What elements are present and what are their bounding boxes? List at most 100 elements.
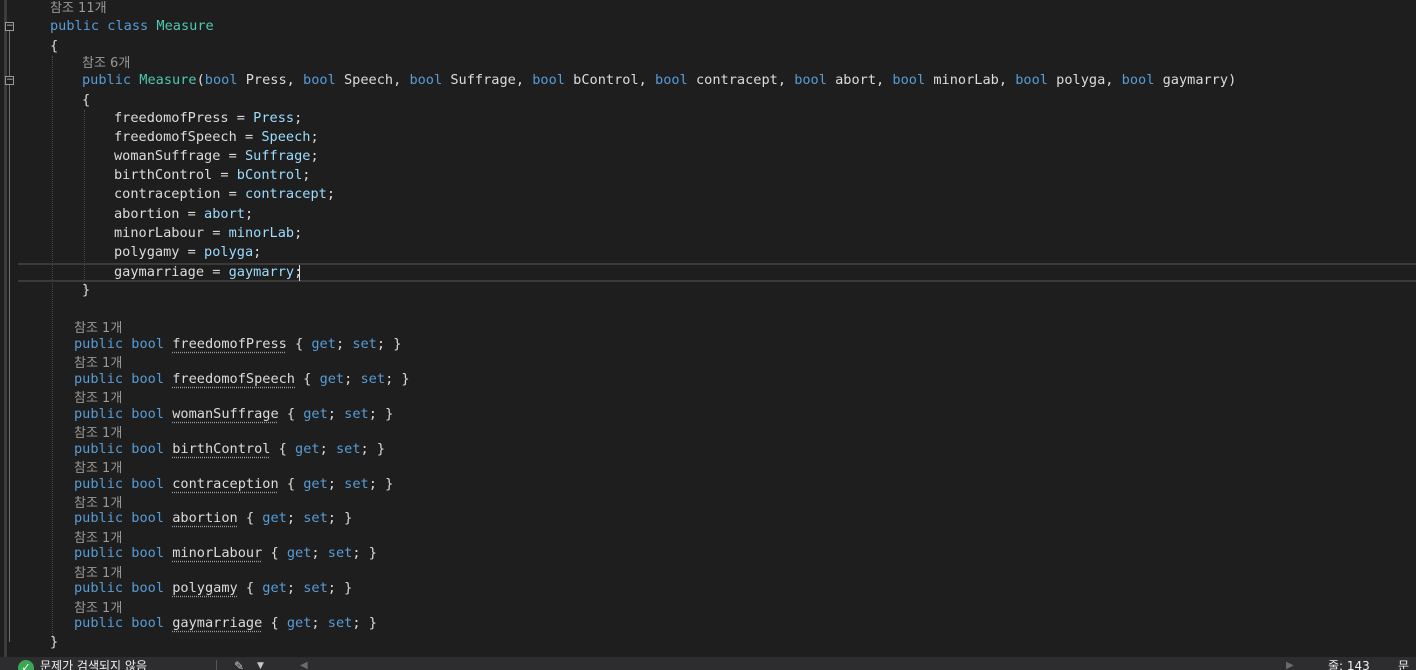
keyword-get: get [286, 615, 312, 631]
line-number-status[interactable]: 줄: 143 [1328, 659, 1370, 670]
change-tracking-bar [4, 0, 7, 657]
scroll-left-arrow-icon[interactable]: ◀ [300, 659, 308, 670]
outline-line [9, 30, 10, 642]
assignment-line[interactable]: freedomofSpeech = Speech; [114, 128, 319, 147]
codelens-references[interactable]: 참조 11개 [50, 0, 107, 17]
keyword-bool: bool [655, 72, 688, 88]
scroll-right-arrow-icon[interactable]: ▶ [1286, 659, 1294, 670]
keyword-set: set [303, 510, 328, 526]
keyword-get: get [319, 371, 345, 387]
keyword-get: get [303, 406, 328, 422]
property-name: freedomofPress [172, 336, 287, 352]
keyword-set: set [303, 580, 328, 596]
parameter-name: gaymarry [1162, 72, 1229, 88]
keyword-get: get [262, 580, 287, 596]
property-reference: freedomofPress [114, 110, 229, 126]
code-cleanup-brush-icon[interactable]: ✎ [234, 659, 244, 670]
keyword-bool: bool [131, 545, 165, 561]
parameter-reference: contracept [244, 186, 327, 202]
keyword-bool: bool [303, 72, 336, 88]
property-declaration-line[interactable]: public bool abortion { get; set; } [74, 509, 352, 528]
assignment-line[interactable]: gaymarriage = gaymarry; [114, 263, 302, 282]
property-declaration-line[interactable]: public bool birthControl { get; set; } [74, 440, 385, 459]
column-status[interactable]: 문자 [1398, 659, 1416, 670]
keyword-set: set [344, 476, 369, 492]
parameter-reference: bControl [236, 167, 303, 183]
constructor-open-brace-line[interactable]: { [82, 91, 90, 110]
keyword-bool: bool [1121, 72, 1155, 88]
keyword-set: set [360, 371, 386, 387]
chevron-down-icon[interactable]: ▼ [257, 659, 264, 670]
keyword-bool: bool [794, 72, 827, 88]
parameter-name: Press [245, 72, 287, 88]
indent-guide-class [52, 56, 53, 640]
assignment-line[interactable]: freedomofPress = Press; [114, 109, 302, 128]
assignment-line[interactable]: womanSuffrage = Suffrage; [114, 147, 319, 166]
keyword-set: set [352, 336, 377, 352]
parameter-reference: gaymarry [228, 264, 295, 280]
property-name: minorLabour [172, 545, 263, 561]
property-name: gaymarriage [172, 615, 263, 631]
class-close-brace-line[interactable]: } [50, 633, 58, 652]
collapse-class-icon[interactable]: − [5, 22, 14, 31]
constructor-name: Measure [139, 72, 197, 88]
keyword-bool: bool [892, 72, 926, 88]
class-declaration-line[interactable]: public class Measure [50, 17, 214, 36]
keyword-bool: bool [131, 615, 165, 631]
issues-status[interactable]: 문제가 검색되지 않음 [40, 659, 147, 670]
constructor-signature-line[interactable]: public Measure(bool Press, bool Speech, … [82, 71, 1236, 90]
assignment-line[interactable]: contraception = contracept; [114, 185, 335, 204]
code-editor[interactable]: − − 참조 11개 public class Measure{참조 6개 publ… [0, 0, 1416, 657]
keyword-public: public [82, 72, 132, 88]
check-circle-icon: ✓ [18, 660, 34, 670]
keyword-set: set [344, 406, 369, 422]
property-declaration-line[interactable]: public bool contraception { get; set; } [74, 475, 393, 494]
keyword-public: public [74, 371, 124, 387]
property-declaration-line[interactable]: public bool freedomofPress { get; set; } [74, 335, 401, 354]
collapse-constructor-icon[interactable]: − [5, 76, 14, 85]
assignment-line[interactable]: abortion = abort; [114, 205, 253, 224]
property-reference: birthControl [114, 167, 213, 183]
class-open-brace-line[interactable]: { [50, 37, 58, 56]
property-reference: freedomofSpeech [114, 129, 237, 145]
assignment-line[interactable]: polygamy = polyga; [114, 243, 261, 262]
parameter-reference: polyga [204, 244, 254, 260]
property-declaration-line[interactable]: public bool womanSuffrage { get; set; } [74, 405, 393, 424]
property-reference: abortion [114, 206, 180, 222]
property-declaration-line[interactable]: public bool polygamy { get; set; } [74, 579, 352, 598]
property-reference: contraception [114, 186, 221, 202]
codelens-references[interactable]: 참조 6개 [82, 55, 130, 72]
close-brace: } [50, 634, 59, 650]
keyword-bool: bool [409, 72, 443, 88]
keyword-class: class [107, 18, 149, 34]
parameter-reference: Suffrage [244, 148, 311, 164]
open-brace: { [82, 92, 91, 108]
keyword-public: public [74, 545, 124, 561]
open-brace: { [50, 38, 59, 54]
assignment-line[interactable]: birthControl = bControl; [114, 166, 310, 185]
keyword-bool: bool [131, 406, 165, 422]
status-bar: ✓ 문제가 검색되지 않음 ✎ ▼ ◀ ▶ 줄: 143 문자 [0, 657, 1416, 670]
keyword-get: get [295, 441, 320, 457]
close-brace: } [82, 282, 91, 298]
status-separator [216, 660, 217, 670]
keyword-public: public [74, 510, 124, 526]
property-name: abortion [172, 510, 238, 526]
editor-margin [0, 0, 18, 657]
property-reference: polygamy [114, 244, 180, 260]
keyword-bool: bool [204, 72, 238, 88]
assignment-line[interactable]: minorLabour = minorLab; [114, 224, 302, 243]
keyword-public: public [74, 580, 124, 596]
parameter-name: Speech [343, 72, 394, 88]
property-reference: womanSuffrage [114, 148, 221, 164]
property-name: freedomofSpeech [172, 371, 295, 387]
parameter-name: minorLab [933, 72, 999, 88]
property-reference: gaymarriage [114, 264, 205, 280]
keyword-bool: bool [131, 441, 165, 457]
property-declaration-line[interactable]: public bool minorLabour { get; set; } [74, 544, 377, 563]
property-name: polygamy [172, 580, 238, 596]
property-declaration-line[interactable]: public bool freedomofSpeech { get; set; … [74, 370, 410, 389]
constructor-close-brace-line[interactable]: } [82, 281, 90, 300]
property-declaration-line[interactable]: public bool gaymarriage { get; set; } [74, 614, 377, 633]
property-name: contraception [172, 476, 279, 492]
